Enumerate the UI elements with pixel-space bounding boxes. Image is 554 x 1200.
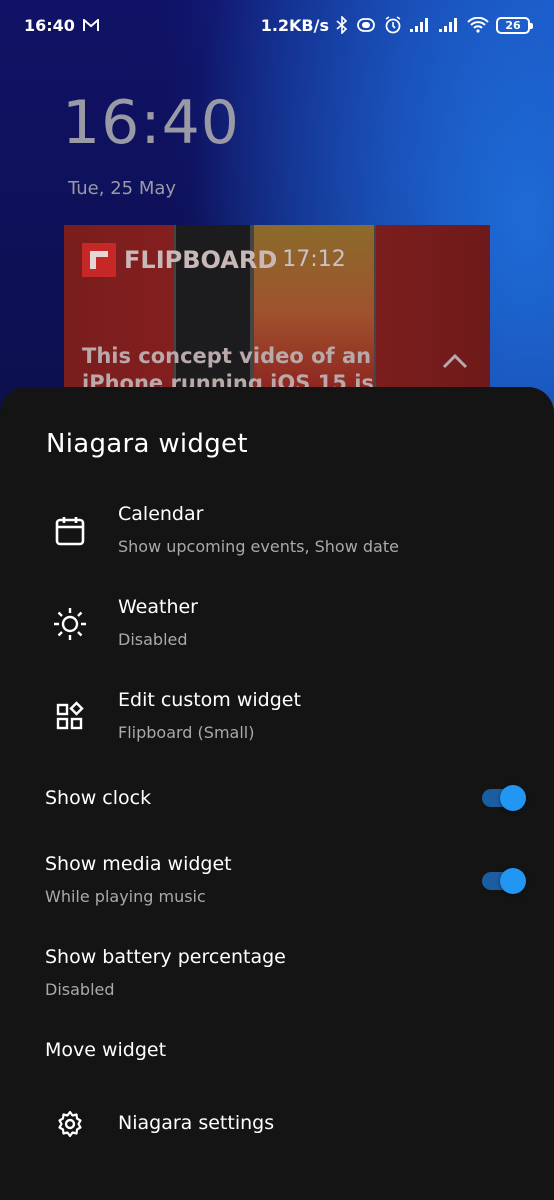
battery-level: 26 [505, 18, 521, 32]
vibrate-icon [355, 17, 377, 33]
move-widget-title: Move widget [45, 1039, 167, 1061]
move-widget-item[interactable]: Move widget [0, 1033, 554, 1073]
alarm-icon [384, 16, 402, 34]
calendar-title: Calendar [118, 503, 204, 525]
show-clock-item[interactable]: Show clock [0, 779, 554, 819]
bottom-sheet: Niagara widget Calendar Show upcoming ev… [0, 387, 554, 1200]
flipboard-logo: FLIPBOARD [82, 243, 277, 277]
battery-pct-item[interactable]: Show battery percentage Disabled [0, 940, 554, 1006]
edit-widget-item[interactable]: Edit custom widget Flipboard (Small) [0, 683, 554, 753]
widgets-icon [50, 697, 90, 737]
calendar-icon [50, 511, 90, 551]
sheet-title: Niagara widget [46, 429, 248, 459]
show-media-item[interactable]: Show media widget While playing music [0, 847, 554, 913]
net-speed: 1.2KB/s [260, 15, 329, 35]
gmail-icon [82, 18, 99, 32]
calendar-item[interactable]: Calendar Show upcoming events, Show date [0, 497, 554, 567]
toggle-knob [500, 868, 526, 894]
wifi-icon [467, 17, 489, 33]
weather-subtitle: Disabled [118, 630, 188, 649]
flipboard-logo-text: FLIPBOARD [124, 246, 278, 274]
show-clock-toggle[interactable] [482, 785, 526, 811]
weather-item[interactable]: Weather Disabled [0, 590, 554, 660]
show-media-title: Show media widget [45, 853, 232, 875]
show-media-subtitle: While playing music [45, 887, 206, 906]
show-media-toggle[interactable] [482, 868, 526, 894]
toggle-knob [500, 785, 526, 811]
battery-pct-subtitle: Disabled [45, 980, 115, 999]
lock-clock: 16:40 [62, 88, 240, 158]
niagara-settings-title: Niagara settings [118, 1112, 275, 1134]
niagara-settings-item[interactable]: Niagara settings [0, 1099, 554, 1149]
bluetooth-icon [336, 16, 348, 34]
status-time: 16:40 [24, 15, 75, 35]
battery-icon: 26 [496, 16, 533, 34]
sun-icon [50, 604, 90, 644]
edit-widget-title: Edit custom widget [118, 689, 301, 711]
flipboard-card[interactable]: 17:12 FLIPBOARD This concept video of an… [64, 225, 490, 400]
signal-icon [409, 17, 431, 33]
calendar-subtitle: Show upcoming events, Show date [118, 537, 399, 556]
gear-icon [50, 1104, 90, 1144]
signal-icon-2 [438, 17, 460, 33]
status-bar: 16:40 1.2KB/s 26 [0, 0, 554, 50]
battery-pct-title: Show battery percentage [45, 946, 286, 968]
flipboard-mark-icon [82, 243, 116, 277]
chevron-up-icon[interactable] [442, 353, 468, 373]
lock-date: Tue, 25 May [68, 178, 177, 199]
edit-widget-subtitle: Flipboard (Small) [118, 723, 255, 742]
weather-title: Weather [118, 596, 198, 618]
show-clock-title: Show clock [45, 787, 152, 809]
